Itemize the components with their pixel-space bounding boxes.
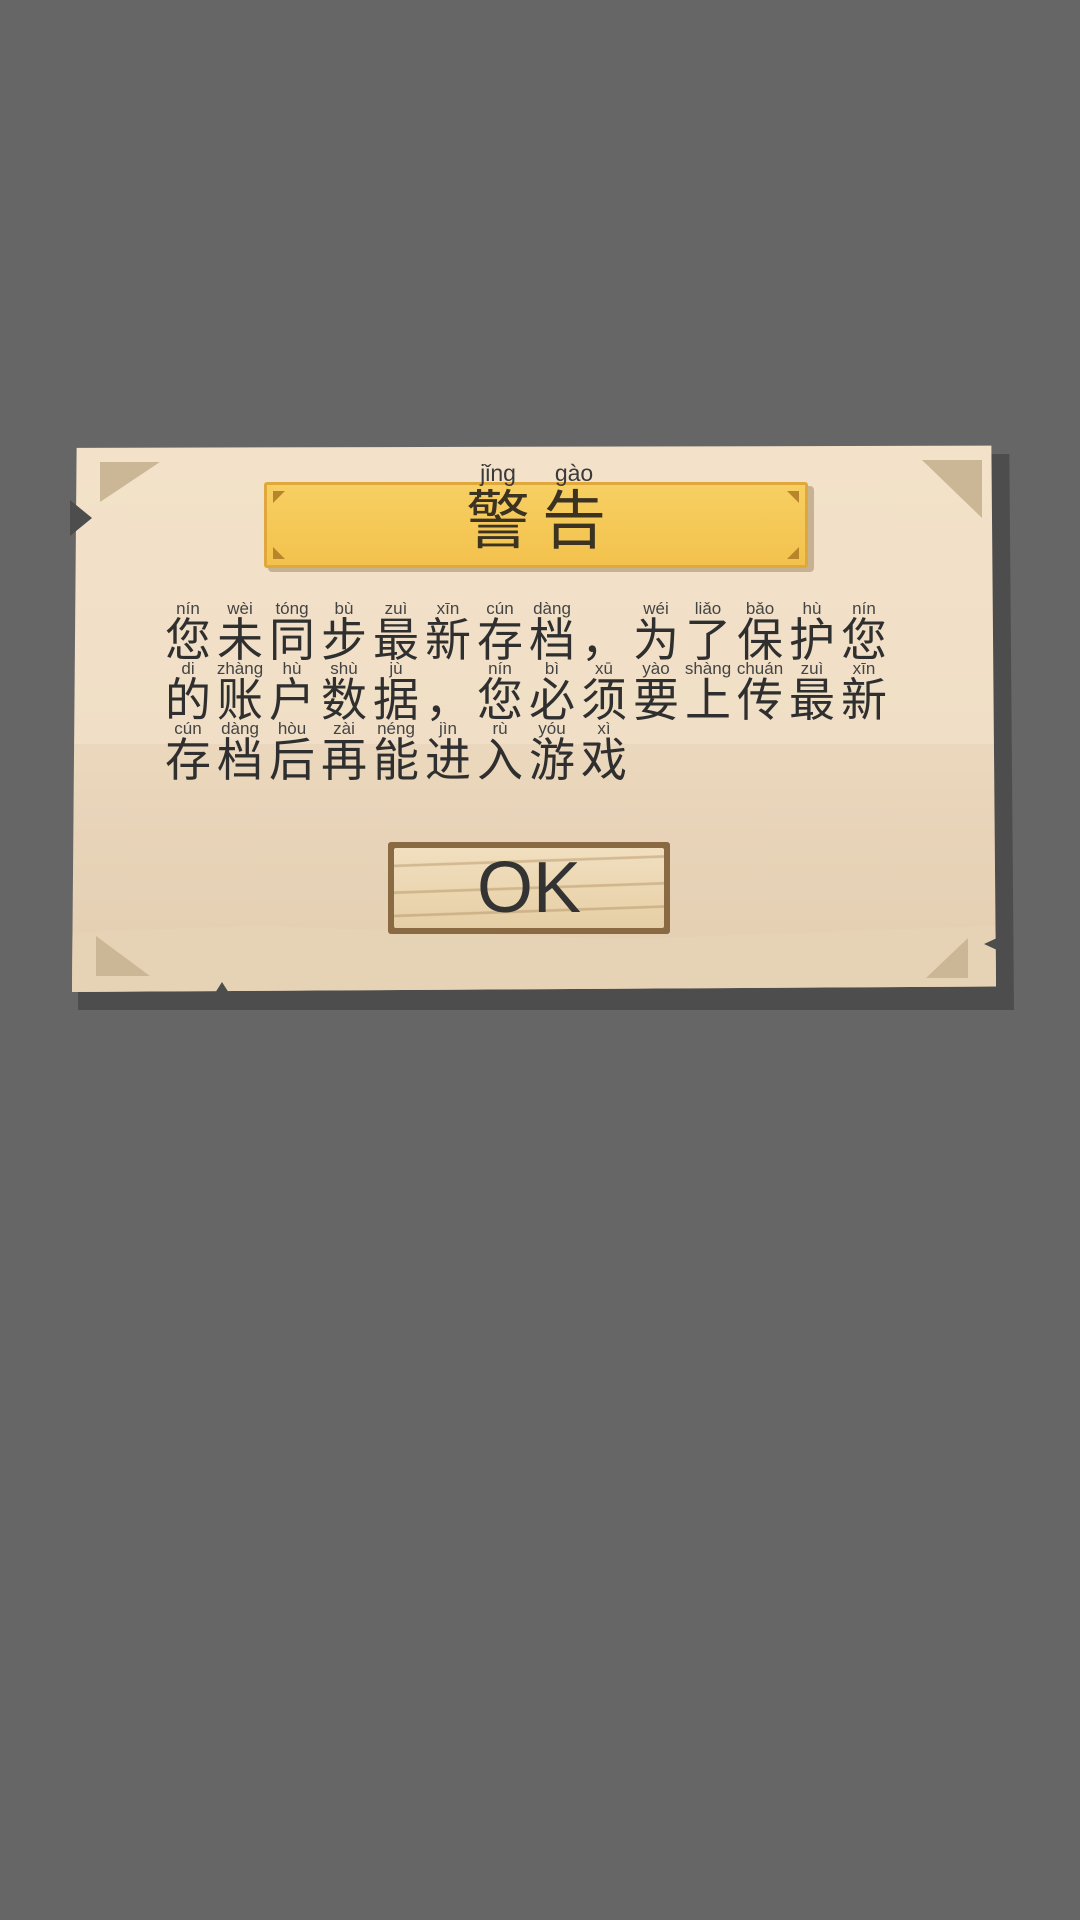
ruby-character: tóng 同 <box>266 600 318 667</box>
hanzi-character: 须 <box>581 673 627 727</box>
ruby-character: liǎo 了 <box>682 600 734 667</box>
hanzi-character: 据 <box>373 673 419 727</box>
hanzi-character: 新 <box>425 613 471 667</box>
ruby-character: nín 您 <box>838 600 890 667</box>
ruby-character: cún 存 <box>162 720 214 787</box>
hanzi-character: 数 <box>321 673 367 727</box>
ruby-character: hù 户 <box>266 660 318 727</box>
hanzi-character: 户 <box>269 673 315 727</box>
tear-notch-bottom <box>208 982 236 1004</box>
hanzi-character: 戏 <box>581 733 627 787</box>
hanzi-character: 再 <box>321 733 367 787</box>
hanzi-character: 未 <box>217 613 263 667</box>
corner-decoration-bottom-left <box>96 936 150 976</box>
hanzi-character: 您 <box>477 673 523 727</box>
ruby-character: nín 您 <box>162 600 214 667</box>
hanzi-character: 必 <box>529 673 575 727</box>
ruby-character: rù 入 <box>474 720 526 787</box>
ruby-character: zhàng 账 <box>214 660 266 727</box>
ruby-character: gào 告 <box>536 460 612 558</box>
ruby-character: hòu 后 <box>266 720 318 787</box>
ruby-character: ， <box>422 660 474 727</box>
hanzi-character: 了 <box>685 613 731 667</box>
ruby-character: dàng 档 <box>214 720 266 787</box>
hanzi-character: 入 <box>477 733 523 787</box>
corner-decoration-top-left <box>100 462 160 502</box>
ruby-character: xū 须 <box>578 660 630 727</box>
ruby-character: hù 护 <box>786 600 838 667</box>
ruby-character: zuì 最 <box>370 600 422 667</box>
hanzi-character: 为 <box>633 613 679 667</box>
ruby-character: zài 再 <box>318 720 370 787</box>
message-line: cún 存 dàng 档 hòu 后 zài 再 néng 能 jìn 进 rù 入 yóu 游 xì 戏 <box>162 720 902 787</box>
hanzi-character: 能 <box>373 733 419 787</box>
ruby-character: bì 必 <box>526 660 578 727</box>
corner-decoration-bottom-right <box>926 938 968 978</box>
ruby-character: wèi 未 <box>214 600 266 667</box>
hanzi-character: 您 <box>165 613 211 667</box>
message-line: di 的 zhàng 账 hù 户 shù 数 jù 据， nín 您 bì 必 xū 须 yào 要 shàng 上… <box>162 660 902 727</box>
hanzi-character: 进 <box>425 733 471 787</box>
hanzi-character: 保 <box>737 613 783 667</box>
dialog-title: jǐng 警 gào 告 <box>264 460 808 558</box>
ruby-character: xīn 新 <box>422 600 474 667</box>
pinyin-label: gào <box>554 460 594 486</box>
hanzi-character: ， <box>581 613 627 667</box>
warning-message: nín 您 wèi 未 tóng 同 bù 步 zuì 最 xīn 新 cún 存 dàng 档， wéi 为 li… <box>162 600 902 787</box>
hanzi-character: 同 <box>269 613 315 667</box>
title-banner: jǐng 警 gào 告 <box>264 460 814 572</box>
hanzi-character: 账 <box>217 673 263 727</box>
hanzi-character: 传 <box>737 673 783 727</box>
hanzi-character: 最 <box>373 613 419 667</box>
hanzi-character: 档 <box>529 613 575 667</box>
ruby-character: wéi 为 <box>630 600 682 667</box>
ruby-character: jù 据 <box>370 660 422 727</box>
ok-button-label: OK <box>476 848 582 928</box>
hanzi-character: 新 <box>841 673 887 727</box>
hanzi-character: 步 <box>321 613 367 667</box>
hanzi-character: 要 <box>633 673 679 727</box>
ruby-character: xì 戏 <box>578 720 630 787</box>
hanzi-character: 最 <box>789 673 835 727</box>
ruby-character: cún 存 <box>474 600 526 667</box>
ruby-character: shàng 上 <box>682 660 734 727</box>
ruby-character: nín 您 <box>474 660 526 727</box>
tear-notch-right <box>984 932 1010 956</box>
ruby-character: dàng 档 <box>526 600 578 667</box>
ruby-character: shù 数 <box>318 660 370 727</box>
ruby-character: yóu 游 <box>526 720 578 787</box>
ruby-character: bǎo 保 <box>734 600 786 667</box>
ruby-character: zuì 最 <box>786 660 838 727</box>
hanzi-character: 游 <box>529 733 575 787</box>
ruby-character: jǐng 警 <box>460 460 536 558</box>
ruby-character: yào 要 <box>630 660 682 727</box>
ruby-character: ， <box>578 600 630 667</box>
message-line: nín 您 wèi 未 tóng 同 bù 步 zuì 最 xīn 新 cún 存 dàng 档， wéi 为 li… <box>162 600 902 667</box>
ruby-character: néng 能 <box>370 720 422 787</box>
hanzi-character: 您 <box>841 613 887 667</box>
pinyin-label: jǐng <box>480 460 516 486</box>
hanzi-character: 的 <box>165 673 211 727</box>
tear-notch-left <box>70 500 92 536</box>
ruby-character: chuán 传 <box>734 660 786 727</box>
hanzi-character: 存 <box>477 613 523 667</box>
hanzi-character: 护 <box>789 613 835 667</box>
ruby-character: xīn 新 <box>838 660 890 727</box>
corner-decoration-top-right <box>922 460 982 518</box>
ruby-character: jìn 进 <box>422 720 474 787</box>
hanzi-character: 后 <box>269 733 315 787</box>
hanzi-character: 上 <box>685 673 731 727</box>
hanzi-character: ， <box>425 673 471 727</box>
hanzi-character: 档 <box>217 733 263 787</box>
ok-button[interactable]: OK <box>388 842 670 934</box>
parchment-panel: jǐng 警 gào 告 nín 您 wèi 未 tóng 同 bù 步 zuì 最 xīn 新 cún 存 dà… <box>72 445 996 992</box>
ruby-character: bù 步 <box>318 600 370 667</box>
hanzi-character: 警 <box>466 485 530 559</box>
hanzi-character: 存 <box>165 733 211 787</box>
hanzi-character: 告 <box>542 485 606 559</box>
warning-dialog: jǐng 警 gào 告 nín 您 wèi 未 tóng 同 bù 步 zuì 最 xīn 新 cún 存 dà… <box>70 444 1014 1010</box>
ruby-character: di 的 <box>162 660 214 727</box>
